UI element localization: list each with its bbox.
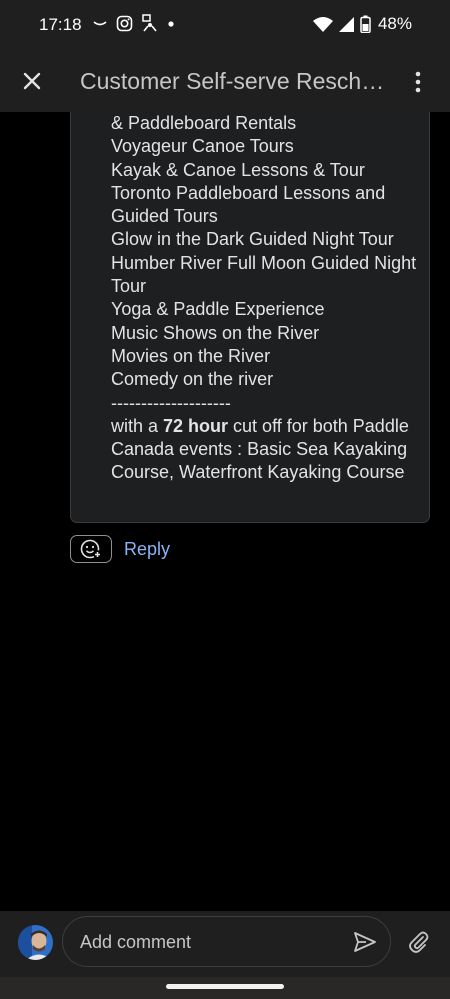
comment-card: & Paddleboard Rentals Voyageur Canoe Tou… <box>70 112 430 523</box>
cutoff-prefix: with a <box>111 415 164 436</box>
status-time: 17:18 <box>39 15 82 34</box>
comment-line: Movies on the River <box>111 345 271 366</box>
comment-divider-line: -------------------- <box>111 392 231 413</box>
comment-line: Canada events : Basic Sea Kayaking <box>111 439 408 460</box>
comment-line: Humber River Full Moon Guided Night <box>111 252 417 273</box>
comment-body: & Paddleboard Rentals Voyageur Canoe Tou… <box>111 112 421 485</box>
add-comment-placeholder: Add comment <box>80 932 192 952</box>
comment-line: Course, Waterfront Kayaking Course <box>111 462 405 483</box>
signal-icon <box>338 16 354 32</box>
notification-icons <box>92 14 176 32</box>
comment-composer: Add comment <box>0 911 450 977</box>
comment-line: Voyageur Canoe Tours <box>111 136 294 157</box>
comment-line: Music Shows on the River <box>111 322 320 343</box>
app-notification-icon <box>142 14 157 32</box>
cutoff-suffix: cut off for both Paddle <box>228 415 409 436</box>
battery-icon <box>360 15 371 33</box>
cutoff-hours: 72 hour <box>163 415 229 436</box>
more-options-icon[interactable] <box>404 68 432 96</box>
app-bar: Customer Self-serve Resch… <box>0 50 450 112</box>
send-icon[interactable] <box>352 929 378 955</box>
user-avatar-image <box>18 925 53 960</box>
comment-line: & Paddleboard Rentals <box>111 113 297 133</box>
wifi-icon <box>312 16 333 32</box>
add-reaction-button[interactable] <box>70 535 112 563</box>
comment-line: Yoga & Paddle Experience <box>111 299 325 320</box>
close-icon[interactable] <box>18 67 46 95</box>
arc-icon <box>93 21 107 26</box>
comment-line: Glow in the Dark Guided Night Tour <box>111 229 394 250</box>
page-title: Customer Self-serve Resch… <box>80 68 385 94</box>
home-gesture-handle[interactable] <box>166 984 284 989</box>
dot-icon <box>168 21 174 27</box>
reply-button[interactable]: Reply <box>124 539 170 560</box>
avatar[interactable] <box>18 925 53 960</box>
comment-line: Toronto Paddleboard Lessons and <box>111 182 386 203</box>
comment-line: Comedy on the river <box>111 369 274 390</box>
instagram-icon <box>116 15 133 31</box>
add-comment-input[interactable]: Add comment <box>62 916 391 967</box>
comment-line: Kayak & Canoe Lessons & Tour <box>111 159 365 180</box>
comment-line: Tour <box>111 276 147 297</box>
attachment-icon[interactable] <box>406 929 432 955</box>
battery-percentage: 48% <box>377 14 412 33</box>
status-bar: 17:18 48% <box>0 0 450 50</box>
add-emoji-icon <box>80 539 102 559</box>
cutoff-line: with a 72 hour cut off for both Paddle <box>111 415 421 438</box>
navigation-bar <box>0 977 450 999</box>
comment-line: Guided Tours <box>111 206 218 227</box>
